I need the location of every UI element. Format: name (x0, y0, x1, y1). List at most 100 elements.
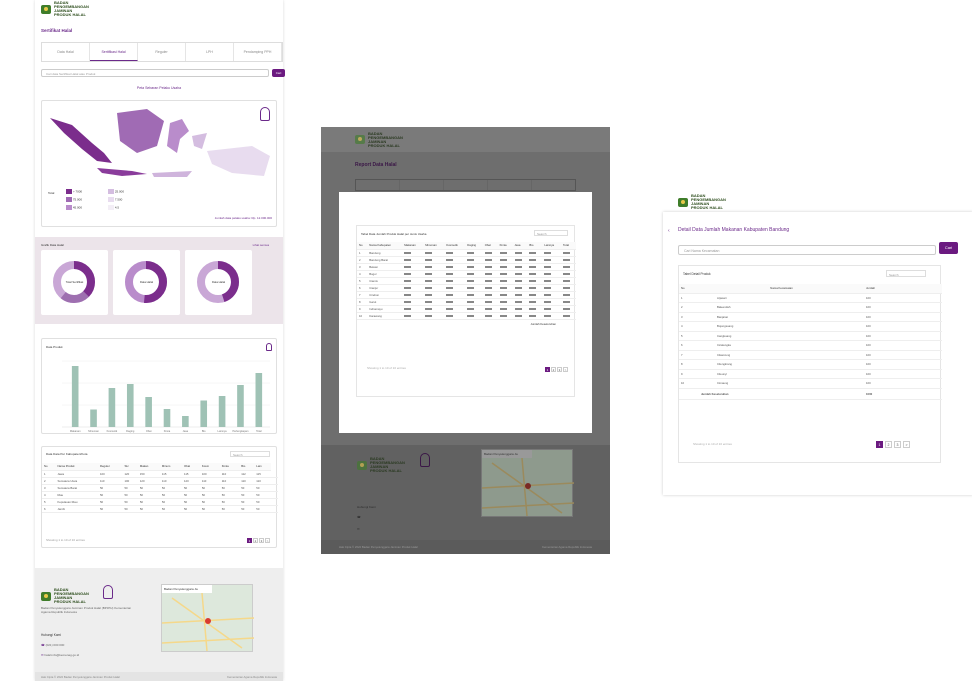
data-cell[interactable] (423, 298, 445, 306)
data-cell[interactable] (542, 249, 562, 257)
data-cell[interactable] (482, 277, 498, 285)
data-cell[interactable] (512, 263, 528, 271)
header-logo[interactable]: BADAN PENGEMBANGAN JAMINAN PRODUK HALAL (35, 0, 283, 18)
data-cell[interactable] (527, 284, 543, 292)
data-cell[interactable] (482, 249, 498, 257)
data-cell[interactable] (527, 249, 543, 257)
data-cell[interactable] (527, 270, 543, 278)
bar-makanan[interactable] (71, 366, 79, 427)
data-cell[interactable] (482, 256, 498, 264)
next-page-button[interactable]: > (563, 367, 568, 372)
data-cell[interactable] (402, 277, 424, 285)
data-cell[interactable] (497, 305, 513, 313)
data-cell[interactable] (465, 263, 483, 271)
data-cell[interactable] (444, 256, 466, 264)
table-row[interactable]: 1 Bandung (357, 249, 576, 257)
page-button[interactable]: 3 (259, 538, 264, 543)
table-row[interactable]: 4 Riau 50 50 50 50 50 50 50 50 50 (42, 491, 278, 499)
data-cell[interactable] (542, 284, 562, 292)
table-row[interactable]: 6 Cianjur (357, 284, 576, 292)
data-cell[interactable] (542, 312, 562, 320)
bar-kimia[interactable] (163, 409, 171, 427)
tab-lph[interactable]: LPH (186, 43, 234, 61)
data-cell[interactable] (527, 277, 543, 285)
page-button[interactable]: 1 (247, 538, 252, 543)
table-row[interactable]: 4 Bojongsoang 100 (679, 321, 942, 332)
search-button[interactable]: Cari (939, 242, 958, 254)
data-cell[interactable] (402, 305, 424, 313)
data-cell[interactable] (512, 298, 528, 306)
tab[interactable] (444, 180, 488, 190)
table-row[interactable]: 6 Cicalengka 100 (679, 340, 942, 351)
data-cell[interactable] (423, 256, 445, 264)
bar-daging[interactable] (126, 384, 134, 427)
data-cell[interactable] (444, 277, 466, 285)
data-cell[interactable] (561, 284, 576, 292)
data-cell[interactable] (465, 249, 483, 257)
data-cell[interactable] (542, 277, 562, 285)
data-cell[interactable] (444, 305, 466, 313)
search-input[interactable]: Cari data Sertifikat Halal atau Produk (41, 69, 269, 77)
page-button[interactable]: 2 (885, 441, 892, 448)
data-cell[interactable] (512, 256, 528, 264)
see-all-link[interactable]: Lihat semua (253, 243, 269, 247)
tab-pendamping[interactable]: Pendamping PPH (234, 43, 282, 61)
data-cell[interactable] (561, 270, 576, 278)
data-cell[interactable] (512, 270, 528, 278)
back-arrow-icon[interactable]: ‹ (668, 228, 670, 234)
data-cell[interactable] (465, 298, 483, 306)
data-cell[interactable] (512, 305, 528, 313)
data-cell[interactable] (402, 312, 424, 320)
table-row[interactable]: 2 Baleendah 100 (679, 302, 942, 313)
table-row[interactable]: 3 Bekasi (357, 263, 576, 271)
data-cell[interactable] (512, 284, 528, 292)
data-cell[interactable] (561, 298, 576, 306)
bar-perlengkapan[interactable] (237, 385, 244, 427)
data-cell[interactable] (402, 284, 424, 292)
next-page-button[interactable]: > (903, 441, 910, 448)
data-cell[interactable] (444, 263, 466, 271)
data-cell[interactable] (482, 298, 498, 306)
page-button[interactable]: 2 (253, 538, 258, 543)
tab[interactable] (488, 180, 532, 190)
table-row[interactable]: 1 Arjasari 100 (679, 293, 942, 303)
data-cell[interactable] (512, 312, 528, 320)
bar-kosmetik[interactable] (108, 388, 116, 427)
tab[interactable] (400, 180, 444, 190)
data-cell[interactable] (423, 284, 445, 292)
data-cell[interactable] (402, 298, 424, 306)
data-cell[interactable] (444, 249, 466, 257)
data-cell[interactable] (542, 263, 562, 271)
bar-lainnya[interactable] (218, 396, 226, 427)
data-cell[interactable] (497, 298, 513, 306)
data-cell[interactable] (465, 305, 483, 313)
data-cell[interactable] (527, 256, 543, 264)
table-row[interactable]: 5 Cangkuang 100 (679, 331, 942, 341)
table-row[interactable]: 2 Sumatera Utara 110 100 120 110 120 110 110 110 1… (42, 477, 278, 485)
tab[interactable] (356, 180, 400, 190)
table-row[interactable]: 5 Kepulauan Riau 50 50 50 50 50 50 50 50 50 (42, 498, 278, 506)
data-cell[interactable] (542, 298, 562, 306)
data-cell[interactable] (512, 277, 528, 285)
data-cell[interactable] (542, 291, 562, 299)
table-row[interactable]: 6 Jambi 50 50 50 50 50 50 50 50 50 (42, 505, 278, 513)
page-button[interactable]: 1 (545, 367, 550, 372)
data-cell[interactable] (497, 256, 513, 264)
data-cell[interactable] (561, 277, 576, 285)
tab[interactable] (532, 180, 575, 190)
data-cell[interactable] (561, 256, 576, 264)
data-cell[interactable] (402, 291, 424, 299)
data-cell[interactable] (497, 263, 513, 271)
table-row[interactable]: 7 Cikancung 100 (679, 350, 942, 360)
data-cell[interactable] (542, 270, 562, 278)
data-cell[interactable] (527, 305, 543, 313)
card-search-input[interactable]: Search (886, 270, 926, 277)
data-cell[interactable] (561, 263, 576, 271)
data-cell[interactable] (497, 291, 513, 299)
data-cell[interactable] (402, 249, 424, 257)
table-row[interactable]: 8 Cilengkrang 100 (679, 359, 942, 370)
data-cell[interactable] (465, 256, 483, 264)
modal-search-input[interactable]: Search (534, 230, 568, 236)
bar-total[interactable] (255, 373, 263, 427)
data-cell[interactable] (542, 305, 562, 313)
